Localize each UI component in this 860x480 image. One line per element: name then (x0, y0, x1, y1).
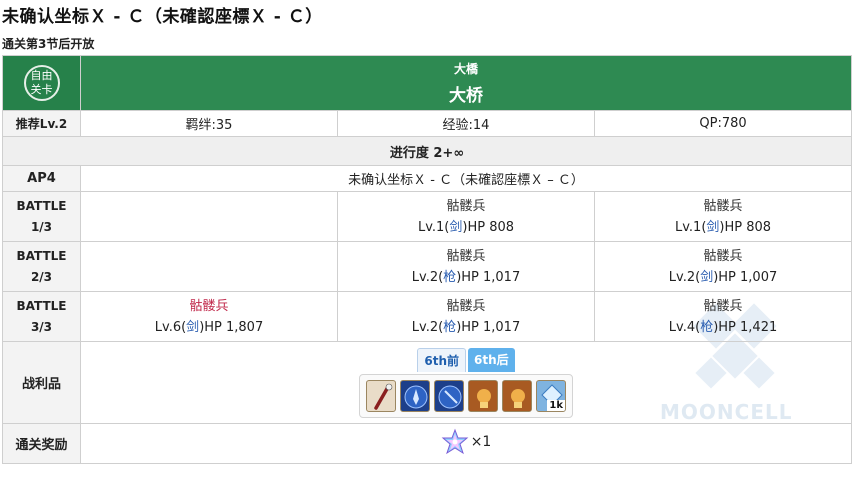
bone-item-icon[interactable] (366, 379, 397, 412)
battle-label: BATTLE 2/3 (2, 241, 81, 292)
quest-table: 自由 关卡 大橋 大桥 推荐Lv.2 羁绊:35 经验:14 QP:780 进行… (1, 55, 853, 464)
battle-label-top: BATTLE (16, 298, 67, 313)
enemy-stats: Lv.2(枪)HP 1,017 (338, 317, 594, 338)
unlock-note: 通关第3节后开放 (2, 37, 95, 51)
enemy-level: Lv.4( (668, 319, 701, 335)
enemy-hp: )HP 808 (462, 219, 515, 235)
enemy-stats: Lv.2(枪)HP 1,017 (338, 267, 594, 288)
battle-label-count: 2/3 (30, 269, 53, 284)
enemy-hp: )HP 1,017 (456, 269, 521, 285)
blue-gem-icon[interactable] (400, 379, 431, 412)
enemy-name-link[interactable]: 骷髅兵 (595, 196, 851, 217)
recommend-row: 推荐Lv.2 羁绊:35 经验:14 QP:780 (2, 110, 853, 137)
gold-piece-icon[interactable] (468, 379, 499, 412)
quest-location: 未确认坐标Ｘ - Ｃ（未確認座標Ｘ – Ｃ） (79, 165, 853, 192)
enemy-slot-empty (80, 191, 338, 242)
battle-label: BATTLE 1/3 (2, 191, 81, 242)
enemy-name-link[interactable]: 骷髅兵 (595, 246, 851, 267)
enemy-class-link[interactable]: 剑 (700, 270, 713, 285)
battle-row-3: BATTLE 3/3 骷髅兵 Lv.6(剑)HP 1,807 骷髅兵 Lv.2(… (2, 291, 853, 342)
enemy-class-link[interactable]: 枪 (700, 320, 713, 335)
reward-amount: ×1 (470, 433, 492, 450)
drop-tabs: 6th前 6th后 (81, 347, 851, 372)
item-quantity: 1k (547, 399, 566, 411)
enemy-hp: )HP 1,017 (456, 319, 521, 335)
recommend-level: 推荐Lv.2 (2, 110, 81, 137)
progress-row: 进行度 2+∞ (1, 136, 853, 166)
drop-items-box: 1k (359, 373, 574, 418)
enemy-slot: 骷髅兵 Lv.1(剑)HP 808 (593, 191, 853, 242)
badge-line-2: 关卡 (30, 83, 53, 96)
free-quest-badge-cell: 自由 关卡 (2, 55, 81, 111)
enemy-level: Lv.2( (411, 319, 444, 335)
enemy-level: Lv.1( (417, 219, 450, 235)
saint-quartz-icon[interactable] (441, 428, 469, 456)
enemy-stats: Lv.2(剑)HP 1,007 (595, 267, 851, 288)
enemy-stats: Lv.1(剑)HP 808 (595, 217, 851, 238)
enemy-slot-empty (80, 241, 338, 292)
enemy-slot: 骷髅兵 Lv.1(剑)HP 808 (337, 191, 595, 242)
battle-label-count: 3/3 (30, 319, 53, 334)
header-row: 自由 关卡 大橋 大桥 (2, 55, 853, 111)
enemy-hp: )HP 1,007 (713, 269, 778, 285)
enemy-level: Lv.1( (674, 219, 707, 235)
enemy-slot: 骷髅兵 Lv.2(枪)HP 1,017 (337, 241, 595, 292)
ap-cost: AP4 (2, 165, 81, 192)
enemy-hp: )HP 1,421 (713, 319, 778, 335)
battle-label: BATTLE 3/3 (2, 291, 81, 342)
tab-6th-after[interactable]: 6th后 (468, 347, 515, 372)
drops-cell: 6th前 6th后 1k (79, 341, 853, 424)
battle-row-1: BATTLE 1/3 骷髅兵 Lv.1(剑)HP 808 骷髅兵 Lv.1(剑)… (2, 191, 853, 242)
enemy-class-link[interactable]: 剑 (706, 220, 719, 235)
battle-label-count: 1/3 (30, 219, 53, 234)
quest-cn-name: 大桥 (449, 86, 484, 106)
enemy-slot: 骷髅兵 Lv.6(剑)HP 1,807 (80, 291, 338, 342)
enemy-hp: )HP 1,807 (199, 319, 264, 335)
free-quest-badge: 自由 关卡 (23, 65, 60, 101)
reward-row: 通关奖励 ×1 (2, 423, 853, 464)
blue-gem-icon[interactable] (434, 379, 465, 412)
enemy-level: Lv.2( (668, 269, 701, 285)
enemy-name-link[interactable]: 骷髅兵 (595, 296, 851, 317)
ap-row: AP4 未确认坐标Ｘ - Ｃ（未確認座標Ｘ – Ｃ） (2, 165, 853, 192)
enemy-stats: Lv.6(剑)HP 1,807 (81, 317, 337, 338)
gold-piece-icon[interactable] (502, 379, 533, 412)
drops-row: 战利品 6th前 6th后 1k (2, 341, 853, 424)
reward-cell: ×1 (79, 423, 853, 464)
enemy-level: Lv.2( (411, 269, 444, 285)
enemy-stats: Lv.4(枪)HP 1,421 (595, 317, 851, 338)
enemy-name-link[interactable]: 骷髅兵 (338, 196, 594, 217)
exp-value: 经验:14 (337, 110, 595, 137)
enemy-class-link[interactable]: 枪 (443, 320, 456, 335)
progress-label: 进行度 2+∞ (1, 136, 853, 166)
quest-name-cell: 大橋 大桥 (79, 55, 853, 111)
enemy-slot: 骷髅兵 Lv.2(枪)HP 1,017 (337, 291, 595, 342)
battle-label-top: BATTLE (16, 198, 67, 213)
enemy-class-link[interactable]: 枪 (443, 270, 456, 285)
enemy-name-link[interactable]: 骷髅兵 (338, 296, 594, 317)
battle-label-top: BATTLE (16, 248, 67, 263)
bond-value: 羁绊:35 (80, 110, 338, 137)
quest-jp-name: 大橋 (454, 62, 479, 76)
badge-line-1: 自由 (30, 69, 53, 82)
reward-item: ×1 (441, 428, 492, 456)
enemy-hp: )HP 808 (719, 219, 772, 235)
exp-card-icon[interactable]: 1k (536, 379, 567, 412)
enemy-slot: 骷髅兵 Lv.2(剑)HP 1,007 (593, 241, 853, 292)
battle-row-2: BATTLE 2/3 骷髅兵 Lv.2(枪)HP 1,017 骷髅兵 Lv.2(… (2, 241, 853, 292)
reward-label: 通关奖励 (2, 423, 81, 464)
enemy-slot: 骷髅兵 Lv.4(枪)HP 1,421 (593, 291, 853, 342)
enemy-name-link[interactable]: 骷髅兵 (338, 246, 594, 267)
tab-6th-before[interactable]: 6th前 (417, 347, 467, 372)
enemy-class-link[interactable]: 剑 (186, 320, 199, 335)
page-title: 未确认坐标Ｘ - Ｃ（未確認座標Ｘ - Ｃ） (2, 7, 323, 27)
drops-label: 战利品 (2, 341, 81, 424)
enemy-name-link[interactable]: 骷髅兵 (81, 296, 337, 317)
enemy-stats: Lv.1(剑)HP 808 (338, 217, 594, 238)
qp-value: QP:780 (593, 110, 853, 137)
enemy-class-link[interactable]: 剑 (449, 220, 462, 235)
enemy-level: Lv.6( (154, 319, 187, 335)
